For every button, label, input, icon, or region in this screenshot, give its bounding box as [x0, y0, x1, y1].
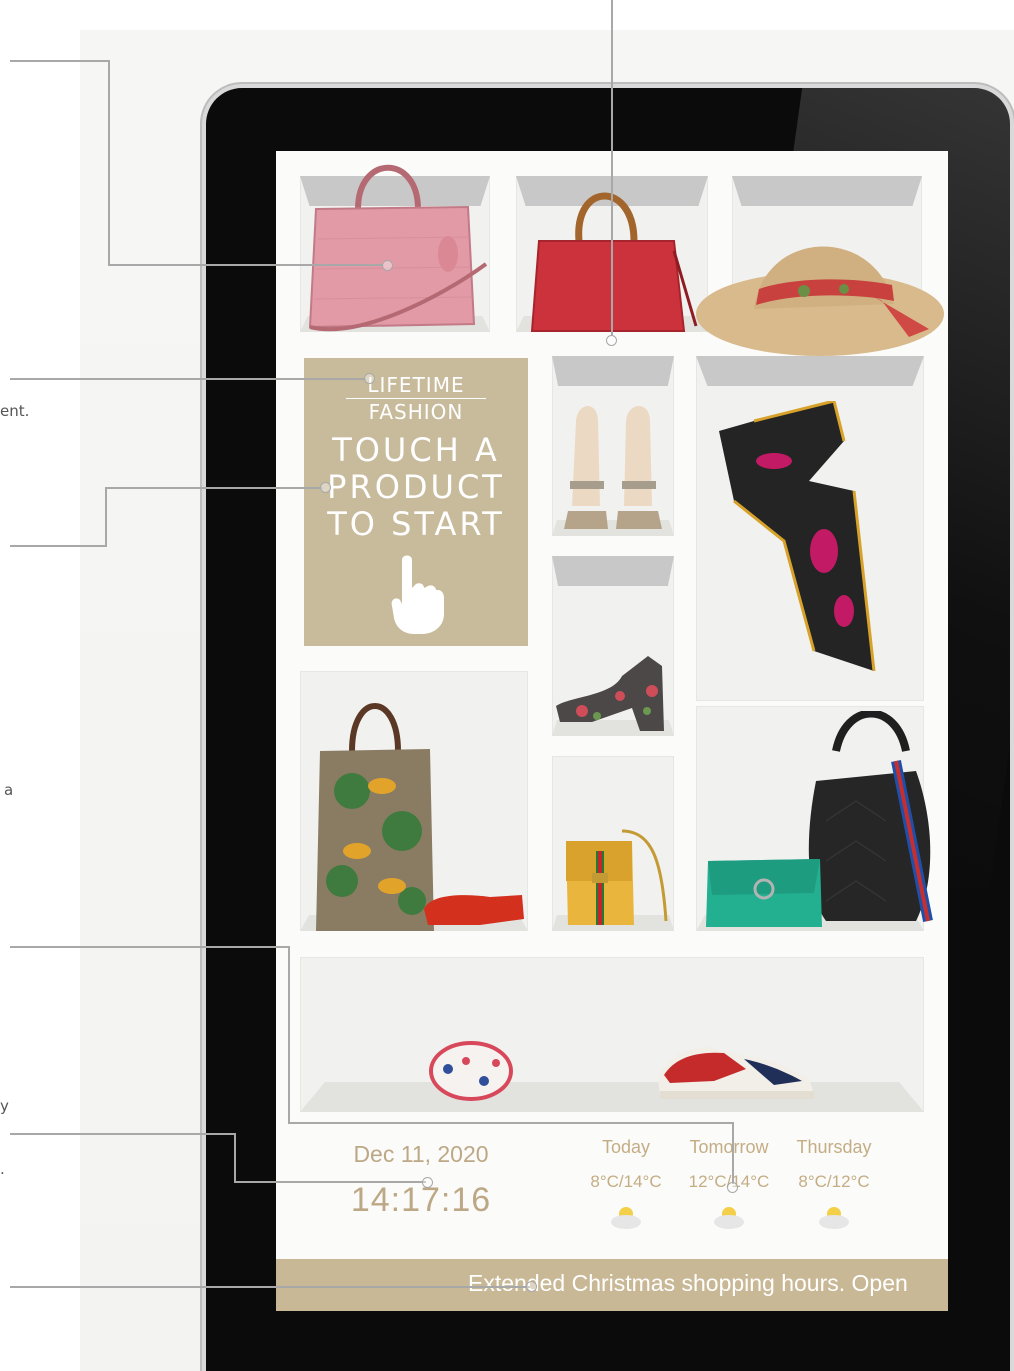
- partly-sunny-icon: [819, 1207, 849, 1229]
- callout-dot: [606, 335, 617, 346]
- partly-sunny-icon: [611, 1207, 641, 1229]
- product-floral-heels[interactable]: [552, 636, 674, 736]
- shelf-cubby-accessories: [300, 957, 924, 1112]
- prompt-line3: TO START: [327, 505, 505, 543]
- product-printed-bangle[interactable]: [426, 1031, 516, 1111]
- weather-day-label: Tomorrow: [689, 1137, 769, 1157]
- callout-line: [10, 1133, 236, 1135]
- callout-line: [108, 60, 110, 266]
- callout-line: [10, 545, 107, 547]
- weather-temperature: 8°C/12°C: [798, 1172, 870, 1191]
- product-platform-sandals[interactable]: [558, 401, 670, 536]
- brand-line1: LIFETIME: [367, 373, 465, 397]
- weather-thursday: Thursday 8°C/12°C: [784, 1137, 884, 1235]
- touch-hand-icon: [391, 555, 444, 634]
- callout-line: [234, 1181, 426, 1183]
- weather-temperature: 8°C/14°C: [590, 1172, 662, 1191]
- callout-text-2: a: [4, 781, 14, 799]
- callout-dot: [422, 1177, 433, 1188]
- product-silk-scarf[interactable]: [714, 401, 884, 676]
- callout-dot: [382, 260, 393, 271]
- current-time: 14:17:16: [350, 1181, 492, 1219]
- current-date: Dec 11, 2020: [353, 1141, 489, 1167]
- product-yellow-shoulder-bag[interactable]: [562, 821, 672, 931]
- prompt-line2: PRODUCT: [327, 468, 505, 506]
- callout-text-4: .: [0, 1160, 5, 1178]
- callout-line: [10, 60, 110, 62]
- touch-to-start-panel[interactable]: LIFETIME FASHION TOUCH A PRODUCT TO STAR…: [304, 358, 528, 646]
- callout-text-1: ent.: [0, 402, 30, 420]
- weather-day-label: Today: [601, 1137, 651, 1157]
- callout-line: [288, 946, 290, 1124]
- callout-line: [105, 487, 107, 547]
- product-green-mini-bag[interactable]: [704, 841, 824, 931]
- callout-dot: [526, 1281, 537, 1292]
- brand-logo: LIFETIME FASHION: [304, 374, 528, 423]
- news-ticker: Extended Christmas shopping hours. Open: [276, 1259, 948, 1311]
- product-straw-hat[interactable]: [694, 219, 946, 364]
- callout-dot: [364, 373, 375, 384]
- weather-today: Today 8°C/14°C: [576, 1137, 676, 1235]
- product-pink-handbag[interactable]: [298, 159, 488, 344]
- brand-line2: FASHION: [368, 400, 464, 424]
- prompt-line1: TOUCH A: [332, 431, 500, 469]
- callout-line: [108, 264, 384, 266]
- touch-prompt: TOUCH A PRODUCT TO START: [304, 432, 528, 543]
- product-sneakers[interactable]: [654, 1029, 822, 1107]
- callout-line: [10, 378, 366, 380]
- weather-day-label: Thursday: [796, 1137, 872, 1157]
- callout-text-3: y: [0, 1097, 9, 1115]
- callout-dot: [320, 482, 331, 493]
- partly-sunny-icon: [714, 1207, 744, 1229]
- callout-line: [10, 946, 290, 948]
- callout-line: [105, 487, 323, 489]
- callout-line: [234, 1133, 236, 1183]
- callout-line: [288, 1122, 734, 1124]
- callout-dot: [727, 1182, 738, 1193]
- product-red-gloves[interactable]: [420, 889, 530, 931]
- callout-line: [611, 0, 613, 336]
- callout-line: [10, 1286, 530, 1288]
- callout-line: [732, 1122, 734, 1184]
